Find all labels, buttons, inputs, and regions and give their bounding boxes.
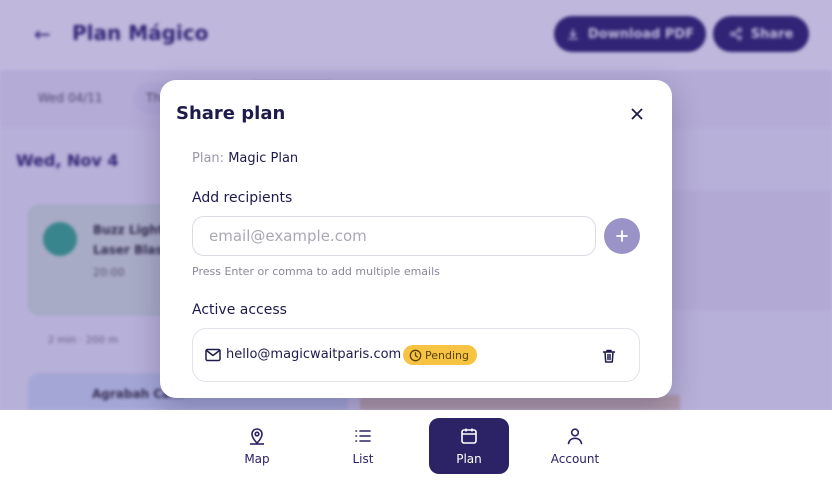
nav-label: Map xyxy=(244,452,270,466)
plan-label: Plan: xyxy=(192,151,225,166)
active-access-label: Active access xyxy=(192,302,287,318)
user-icon xyxy=(567,428,583,445)
dialog-title: Share plan xyxy=(176,103,286,124)
revoke-access-button[interactable] xyxy=(599,346,619,366)
add-recipient-button[interactable] xyxy=(604,218,640,254)
email-input[interactable] xyxy=(192,216,596,256)
clock-icon xyxy=(409,349,422,361)
map-pin-icon xyxy=(250,428,264,445)
status-text: Pending xyxy=(425,348,469,362)
nav-item-map[interactable]: Map xyxy=(217,418,297,474)
access-list-item: hello@magicwaitparis.com Pending xyxy=(192,328,640,382)
calendar-icon xyxy=(461,428,477,444)
add-recipients-label: Add recipients xyxy=(192,190,293,206)
close-icon xyxy=(631,108,643,120)
nav-label: List xyxy=(352,452,374,466)
helper-text: Press Enter or comma to add multiple ema… xyxy=(192,265,440,278)
list-icon xyxy=(355,430,371,442)
trash-icon xyxy=(602,349,616,363)
access-email: hello@magicwaitparis.com xyxy=(226,347,402,362)
close-button[interactable] xyxy=(626,103,648,125)
plus-icon xyxy=(616,230,628,242)
plan-line: Plan: Magic Plan xyxy=(192,151,298,166)
nav-label: Plan xyxy=(456,452,482,466)
mail-icon xyxy=(205,348,221,362)
nav-label: Account xyxy=(550,452,600,466)
status-badge: Pending xyxy=(403,345,477,365)
bottom-navigation: Map List Plan Account xyxy=(0,410,832,480)
nav-item-list[interactable]: List xyxy=(323,418,403,474)
plan-name: Magic Plan xyxy=(228,151,299,166)
nav-item-account[interactable]: Account xyxy=(535,418,615,474)
share-plan-dialog: Share plan Plan: Magic Plan Add recipien… xyxy=(160,80,672,398)
nav-item-plan[interactable]: Plan xyxy=(429,418,509,474)
